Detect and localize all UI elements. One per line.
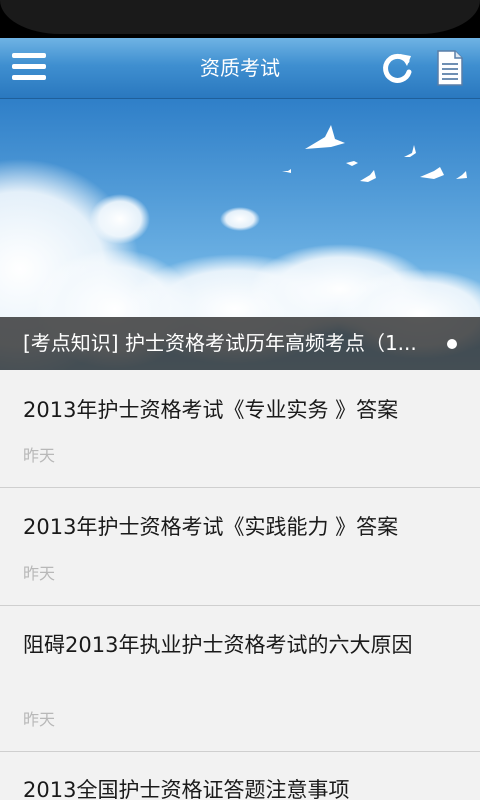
featured-banner[interactable]: [考点知识] 护士资格考试历年高频考点（1... [0,99,480,370]
refresh-icon[interactable] [380,50,416,86]
status-bar-notch [0,0,480,34]
carousel-indicator-dot [447,339,457,349]
article-title: 2013年护士资格考试《专业实务 》答案 [23,398,399,422]
article-title: 阻碍2013年执业护士资格考试的六大原因 [23,633,413,657]
article-date: 昨天 [23,446,56,465]
list-item[interactable]: 2013年护士资格考试《专业实务 》答案 昨天 [0,370,480,488]
article-list: 2013年护士资格考试《专业实务 》答案 昨天 2013年护士资格考试《实践能力… [0,370,480,800]
banner-caption-text: [考点知识] 护士资格考试历年高频考点（1... [23,331,417,355]
article-title: 2013全国护士资格证答题注意事项 [23,778,350,800]
article-title: 2013年护士资格考试《实践能力 》答案 [23,515,399,539]
list-item[interactable]: 阻碍2013年执业护士资格考试的六大原因 昨天 [0,606,480,752]
banner-caption: [考点知识] 护士资格考试历年高频考点（1... [0,317,480,370]
document-icon[interactable] [436,49,464,87]
article-date: 昨天 [23,710,56,729]
list-item[interactable]: 2013年护士资格考试《实践能力 》答案 昨天 [0,488,480,606]
article-date: 昨天 [23,564,56,583]
app-header: 资质考试 [0,38,480,99]
list-item[interactable]: 2013全国护士资格证答题注意事项 [0,752,480,800]
status-bar [0,0,480,38]
